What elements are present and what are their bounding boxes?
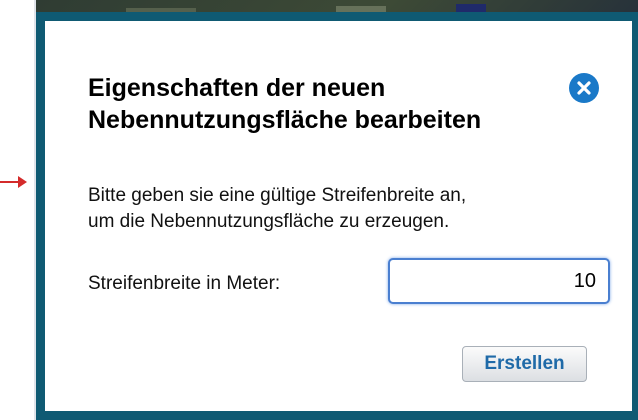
left-panel: [0, 0, 36, 420]
strip-width-input[interactable]: [388, 258, 610, 304]
dialog-message: Bitte geben sie eine gültige Streifenbre…: [88, 183, 608, 235]
pointer-arrow-icon: [18, 176, 27, 188]
dialog-message-line2: um die Nebennutzungsfläche zu erzeugen.: [88, 211, 450, 232]
dialog-title-line2: Nebennutzungsfläche bearbeiten: [88, 106, 482, 134]
map-detail: [456, 4, 486, 12]
screen: Eigenschaften der neuen Nebennutzungsflä…: [0, 0, 638, 420]
create-button[interactable]: Erstellen: [462, 346, 587, 382]
dialog-title: Eigenschaften der neuen Nebennutzungsflä…: [88, 72, 528, 136]
dialog-message-line1: Bitte geben sie eine gültige Streifenbre…: [88, 185, 467, 206]
edit-properties-dialog: Eigenschaften der neuen Nebennutzungsflä…: [36, 12, 638, 420]
dialog-title-line1: Eigenschaften der neuen: [88, 74, 386, 102]
close-icon: [577, 81, 591, 95]
close-button[interactable]: [569, 73, 599, 103]
strip-width-label: Streifenbreite in Meter:: [88, 273, 281, 294]
